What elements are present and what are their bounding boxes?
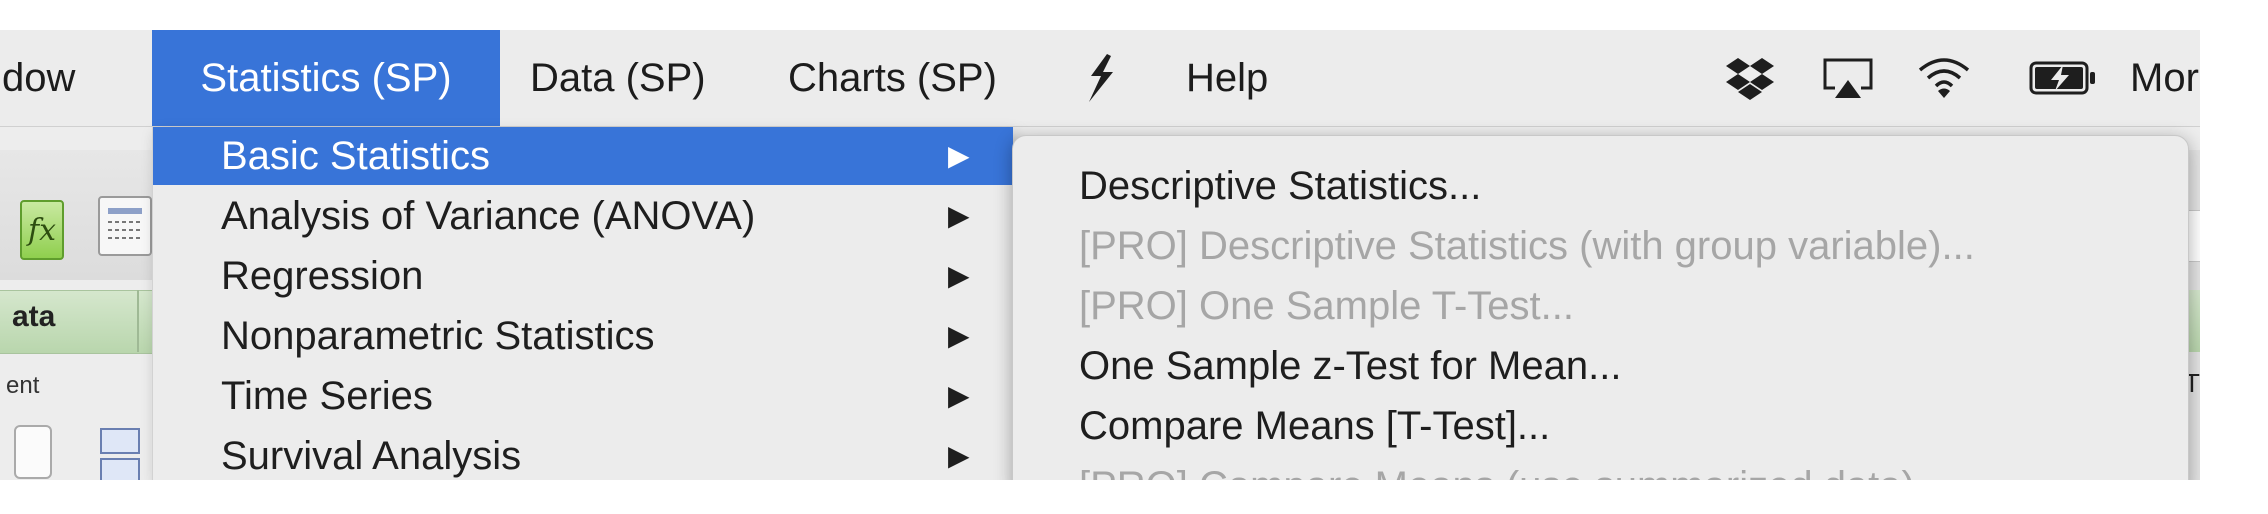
screen: fx ata ent T dow Statistics (SP) Data (S… (0, 0, 2200, 480)
submenu-arrow-icon: ▶ (948, 140, 970, 171)
submenu-item-one-sample-z-test[interactable]: One Sample z-Test for Mean... (1079, 336, 1621, 396)
menu-truncated-right-label: Mor (2130, 56, 2199, 100)
menu-data[interactable]: Data (SP) (530, 30, 706, 126)
fx-button[interactable]: fx (20, 200, 64, 260)
menu-help[interactable]: Help (1186, 30, 1268, 126)
submenu-arrow-icon: ▶ (948, 380, 970, 411)
menu-item-label: Basic Statistics (221, 134, 490, 178)
menu-bar: dow Statistics (SP) Data (SP) Charts (SP… (0, 30, 2200, 127)
submenu-arrow-icon: ▶ (948, 320, 970, 351)
menu-item-label: Analysis of Variance (ANOVA) (221, 194, 756, 238)
dropbox-icon[interactable] (1722, 30, 1778, 126)
menu-item-anova[interactable]: Analysis of Variance (ANOVA) ▶ (153, 187, 1013, 245)
menu-data-label: Data (SP) (530, 56, 706, 100)
background-ribbon-label: ent (6, 372, 40, 399)
menu-item-label: Regression (221, 254, 424, 298)
fx-label: fx (27, 212, 57, 248)
submenu-item-pro-one-sample-t-test: [PRO] One Sample T-Test... (1079, 284, 1574, 328)
submenu-item-compare-means-t-test[interactable]: Compare Means [T-Test]... (1079, 396, 1550, 456)
submenu-item-pro-descriptive-statistics-group: [PRO] Descriptive Statistics (with group… (1079, 224, 1975, 268)
menu-statistics-label: Statistics (SP) (200, 56, 452, 100)
menu-item-label: Survival Analysis (221, 434, 522, 478)
table-icon[interactable] (100, 428, 140, 454)
submenu-arrow-icon: ▶ (948, 440, 970, 471)
submenu-item-pro-compare-means-summarized: [PRO] Compare Means (use summarized data… (1079, 456, 1948, 480)
menu-item-label: Time Series (221, 374, 433, 418)
spreadsheet-button[interactable] (98, 196, 152, 256)
menu-charts-label: Charts (SP) (788, 56, 997, 100)
menu-item-regression[interactable]: Regression ▶ (153, 247, 1013, 305)
menu-window-label: dow (2, 56, 76, 100)
menu-statistics[interactable]: Statistics (SP) (152, 30, 500, 126)
menu-item-label: Nonparametric Statistics (221, 314, 655, 358)
menu-item-survival-analysis[interactable]: Survival Analysis ▶ (153, 427, 1013, 480)
submenu-item-descriptive-statistics[interactable]: Descriptive Statistics... (1079, 156, 1481, 216)
menu-help-label: Help (1186, 56, 1269, 100)
menu-truncated-right[interactable]: Mor (2130, 30, 2199, 126)
menu-item-time-series[interactable]: Time Series ▶ (153, 367, 1013, 425)
table-arrow-icon[interactable] (100, 458, 140, 480)
background-tab-label[interactable]: ata (12, 300, 55, 334)
sp-logo-icon[interactable] (1076, 30, 1126, 126)
menu-window[interactable]: dow (0, 30, 152, 126)
grid-icon (108, 208, 142, 239)
background-dropdown[interactable] (14, 425, 52, 479)
menu-charts[interactable]: Charts (SP) (788, 30, 997, 126)
submenu-arrow-icon: ▶ (948, 260, 970, 291)
battery-charging-icon[interactable] (2026, 30, 2102, 126)
submenu-arrow-icon: ▶ (948, 200, 970, 231)
airplay-icon[interactable] (1818, 30, 1878, 126)
statistics-menu: Basic Statistics ▶ Analysis of Variance … (152, 127, 1013, 480)
wifi-icon[interactable] (1912, 30, 1976, 126)
basic-statistics-submenu: Descriptive Statistics... [PRO] Descript… (1012, 135, 2189, 480)
background-tab-divider (137, 290, 139, 352)
menu-item-nonparametric-statistics[interactable]: Nonparametric Statistics ▶ (153, 307, 1013, 365)
menu-item-basic-statistics[interactable]: Basic Statistics ▶ (153, 127, 1013, 185)
